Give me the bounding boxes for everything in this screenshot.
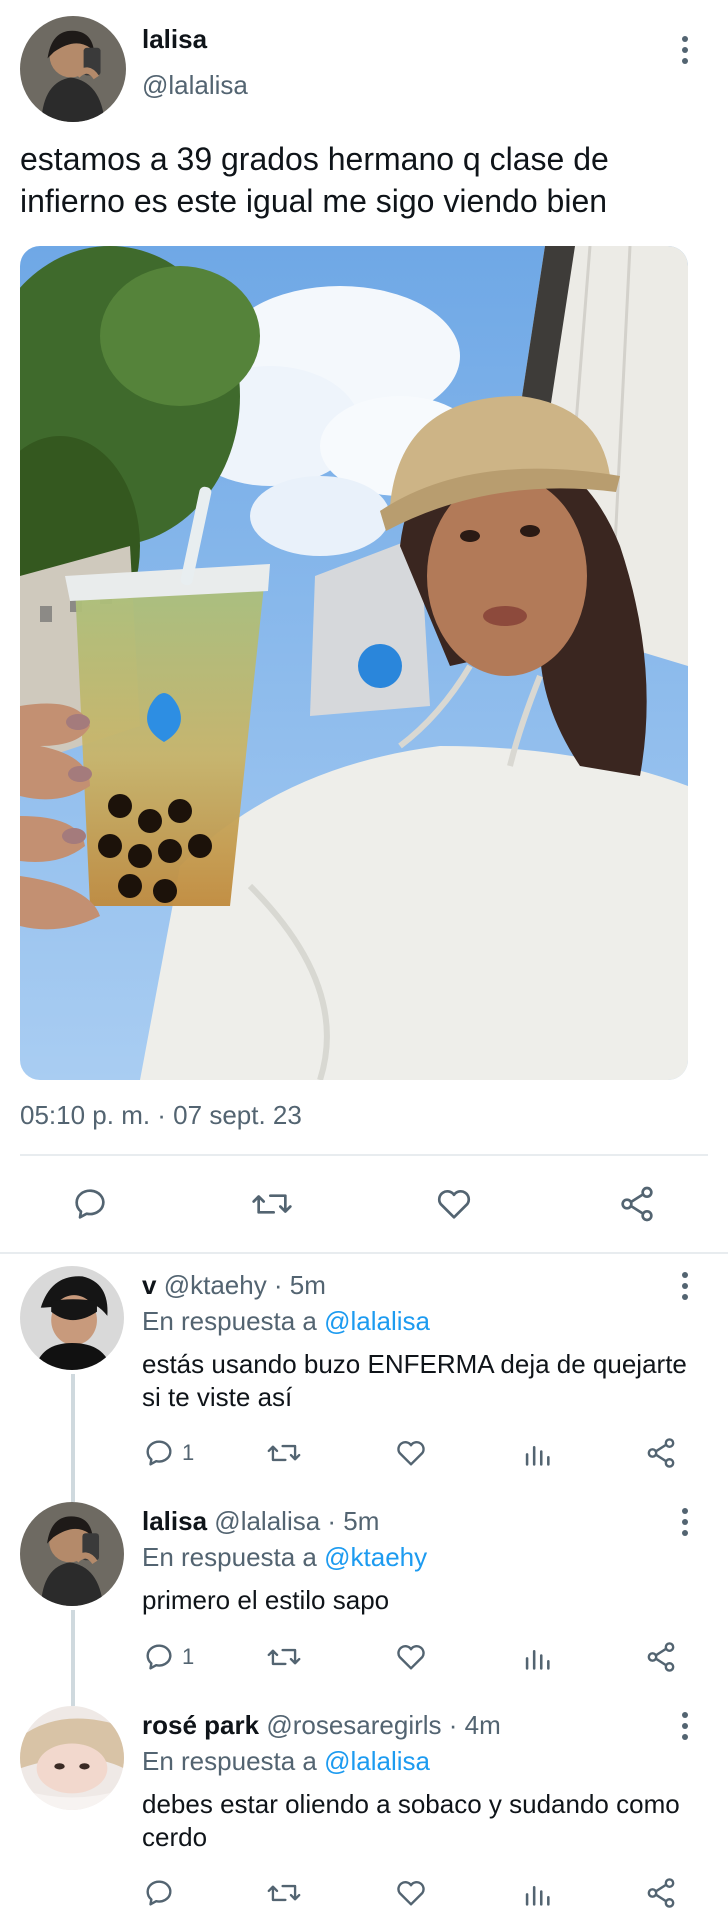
retweet-button[interactable] xyxy=(266,1436,302,1470)
reply-header[interactable]: v @ktaehy · 5m xyxy=(142,1270,326,1301)
reply-avatar[interactable] xyxy=(20,1706,124,1810)
more-vertical-icon[interactable] xyxy=(680,1712,690,1742)
analytics-icon xyxy=(525,1886,550,1906)
replying-mention[interactable]: @ktaehy xyxy=(324,1542,427,1572)
reply-icon xyxy=(75,1189,105,1219)
reply-handle-time: @lalalisa · 5m xyxy=(214,1506,380,1536)
reply-author-name[interactable]: rosé park xyxy=(142,1710,259,1740)
retweet-icon xyxy=(267,1884,301,1902)
reply-button[interactable] xyxy=(142,1876,182,1910)
thread-line xyxy=(71,1374,75,1502)
author-name[interactable]: lalisa xyxy=(142,24,207,55)
retweet-button[interactable] xyxy=(266,1876,302,1910)
reply-count: 1 xyxy=(182,1440,195,1465)
replying-to: En respuesta a @lalalisa xyxy=(142,1306,430,1337)
replying-mention[interactable]: @lalalisa xyxy=(324,1306,430,1336)
reply-icon xyxy=(146,1880,172,1906)
reply-icon xyxy=(146,1644,172,1670)
like-icon xyxy=(397,1441,425,1466)
retweet-icon xyxy=(267,1444,301,1462)
retweet-button[interactable] xyxy=(266,1640,302,1674)
share-button[interactable] xyxy=(644,1876,678,1910)
reply-count: 1 xyxy=(182,1644,195,1669)
reply-text: estás usando buzo ENFERMA deja de quejar… xyxy=(142,1349,687,1412)
retweet-button[interactable] xyxy=(250,1184,294,1224)
more-vertical-icon[interactable] xyxy=(680,1508,690,1538)
analytics-button[interactable] xyxy=(520,1436,554,1470)
reply-button[interactable]: 1 xyxy=(142,1436,194,1470)
reply-avatar[interactable] xyxy=(20,1266,124,1370)
author-handle[interactable]: @lalalisa xyxy=(142,70,248,101)
reply-button[interactable]: 1 xyxy=(142,1640,194,1674)
analytics-button[interactable] xyxy=(520,1876,554,1910)
author-avatar[interactable] xyxy=(20,16,126,122)
share-icon xyxy=(647,1642,675,1672)
reply-button[interactable] xyxy=(70,1184,110,1224)
analytics-icon xyxy=(525,1446,550,1466)
thread-line xyxy=(71,1610,75,1706)
replying-prefix: En respuesta a xyxy=(142,1746,317,1776)
replying-prefix: En respuesta a xyxy=(142,1542,317,1572)
analytics-button[interactable] xyxy=(520,1640,554,1674)
divider xyxy=(20,1154,708,1156)
share-icon xyxy=(647,1438,675,1468)
more-vertical-icon[interactable] xyxy=(680,36,690,66)
analytics-icon xyxy=(525,1650,550,1670)
reply-handle-time: @rosesaregirls · 4m xyxy=(266,1710,501,1740)
retweet-icon xyxy=(267,1648,301,1666)
reply-avatar[interactable] xyxy=(20,1502,124,1606)
reply-header[interactable]: lalisa @lalalisa · 5m xyxy=(142,1506,379,1537)
tweet-photo[interactable] xyxy=(20,246,688,1080)
replying-prefix: En respuesta a xyxy=(142,1306,317,1336)
reply-text: debes estar oliendo a sobaco y sudando c… xyxy=(142,1789,680,1852)
tweet-timestamp[interactable]: 05:10 p. m. · 07 sept. 23 xyxy=(20,1100,302,1131)
like-button[interactable] xyxy=(394,1876,428,1910)
divider xyxy=(0,1252,728,1254)
reply-author-name[interactable]: lalisa xyxy=(142,1506,207,1536)
like-icon xyxy=(397,1645,425,1670)
replying-to: En respuesta a @ktaehy xyxy=(142,1542,427,1573)
like-button[interactable] xyxy=(394,1640,428,1674)
share-button[interactable] xyxy=(617,1184,657,1224)
retweet-icon xyxy=(252,1194,292,1214)
like-button[interactable] xyxy=(434,1184,474,1224)
tweet-text: estamos a 39 grados hermano q clase de i… xyxy=(20,141,609,219)
reply-handle-time: @ktaehy · 5m xyxy=(163,1270,326,1300)
share-button[interactable] xyxy=(644,1436,678,1470)
reply-header[interactable]: rosé park @rosesaregirls · 4m xyxy=(142,1710,501,1741)
share-icon xyxy=(621,1186,653,1222)
like-icon xyxy=(397,1881,425,1906)
reply-text: primero el estilo sapo xyxy=(142,1585,390,1615)
replying-mention[interactable]: @lalalisa xyxy=(324,1746,430,1776)
like-icon xyxy=(437,1190,471,1219)
share-icon xyxy=(647,1878,675,1908)
replying-to: En respuesta a @lalalisa xyxy=(142,1746,430,1777)
more-vertical-icon[interactable] xyxy=(680,1272,690,1302)
like-button[interactable] xyxy=(394,1436,428,1470)
share-button[interactable] xyxy=(644,1640,678,1674)
reply-icon xyxy=(146,1440,172,1466)
reply-author-name[interactable]: v xyxy=(142,1270,156,1300)
